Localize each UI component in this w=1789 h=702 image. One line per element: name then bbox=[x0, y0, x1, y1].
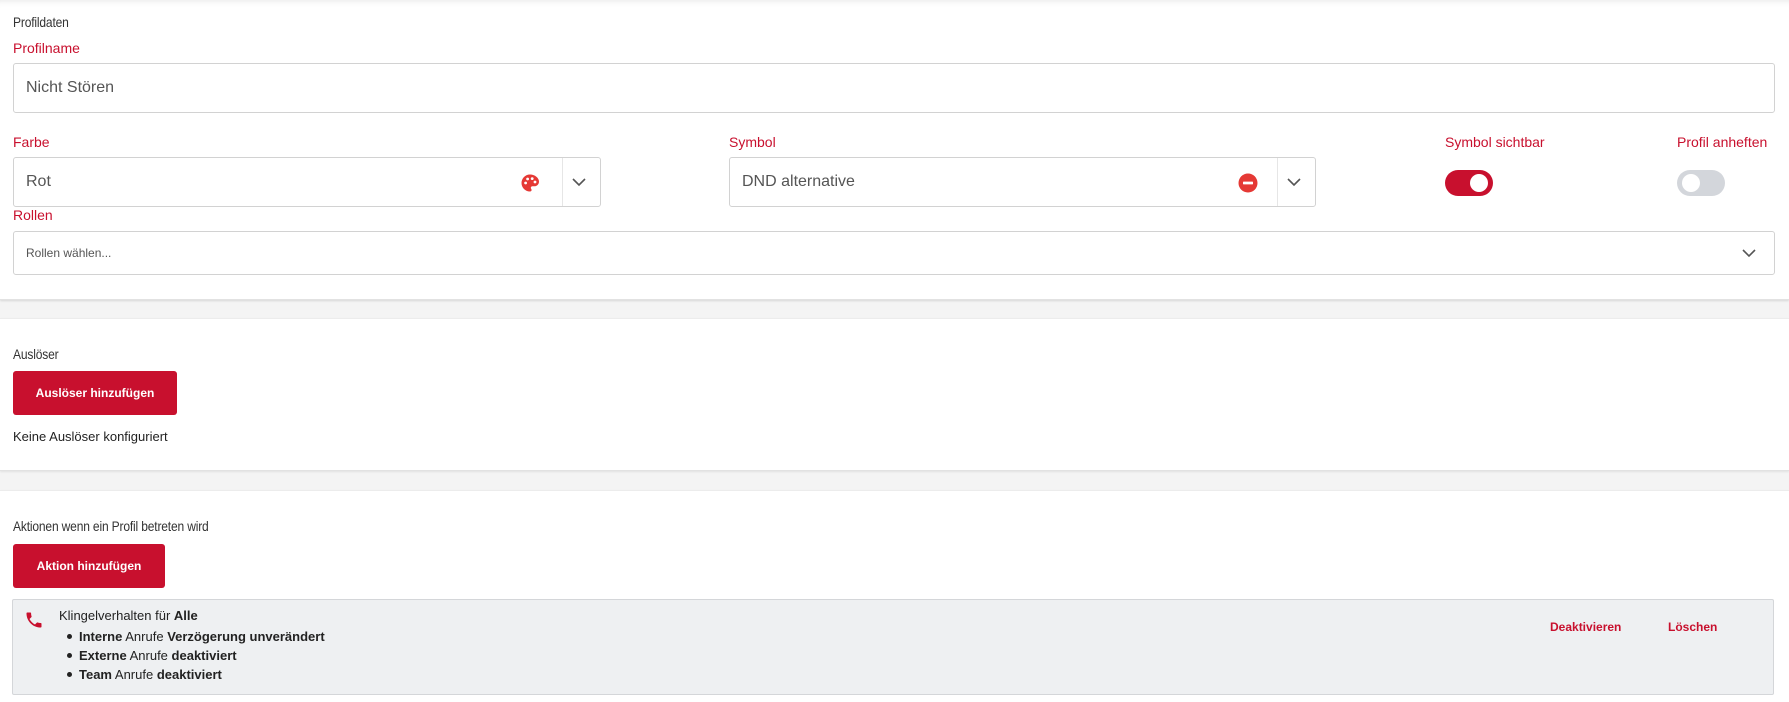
headline-target: Alle bbox=[173, 608, 198, 623]
symbol-chevron-down-icon[interactable] bbox=[1285, 173, 1303, 191]
list-item: Externe Anrufe deaktiviert bbox=[67, 646, 325, 665]
actions-section-title: Aktionen wenn ein Profil betreten wird bbox=[13, 518, 209, 534]
color-value: Rot bbox=[26, 173, 51, 190]
symbol-select-separator bbox=[1277, 158, 1278, 206]
profile-name-value: Nicht Stören bbox=[26, 79, 115, 96]
rule-middle: Anrufe bbox=[129, 648, 168, 663]
triggers-card: Auslöser Auslöser hinzufügen Keine Auslö… bbox=[0, 318, 1789, 471]
rule-state: deaktiviert bbox=[171, 648, 237, 663]
profile-section-title: Profildaten bbox=[13, 14, 69, 30]
pin-profile-toggle[interactable] bbox=[1677, 170, 1725, 196]
symbol-visible-label: Symbol sichtbar bbox=[1445, 134, 1545, 150]
palette-icon bbox=[520, 173, 540, 193]
no-triggers-text: Keine Auslöser konfiguriert bbox=[13, 429, 168, 444]
color-label: Farbe bbox=[13, 134, 50, 150]
symbol-label: Symbol bbox=[729, 134, 776, 150]
profile-data-card: Profildaten Profilname Nicht Stören Farb… bbox=[0, 0, 1789, 300]
do-not-disturb-icon bbox=[1238, 173, 1258, 193]
rule-state: Verzögerung unverändert bbox=[167, 629, 325, 644]
roles-select[interactable]: Rollen wählen... bbox=[13, 231, 1775, 275]
toggle-knob bbox=[1470, 174, 1488, 192]
rule-type: Externe bbox=[79, 648, 127, 663]
roles-chevron-down-icon[interactable] bbox=[1740, 244, 1758, 262]
symbol-value: DND alternative bbox=[742, 173, 855, 190]
phone-icon bbox=[24, 610, 44, 630]
list-item: Interne Anrufe Verzögerung unverändert bbox=[67, 627, 325, 646]
rule-type: Team bbox=[79, 667, 112, 682]
roles-placeholder: Rollen wählen... bbox=[26, 246, 112, 260]
roles-label: Rollen bbox=[13, 207, 53, 223]
toggle-knob bbox=[1682, 174, 1700, 192]
profile-name-label: Profilname bbox=[13, 40, 80, 56]
color-select-separator bbox=[562, 158, 563, 206]
pin-profile-label: Profil anheften bbox=[1677, 134, 1768, 150]
action-headline: Klingelverhalten für Alle bbox=[59, 608, 198, 623]
rule-middle: Anrufe bbox=[125, 629, 164, 644]
delete-button[interactable]: Löschen bbox=[1668, 620, 1717, 634]
list-item: Team Anrufe deaktiviert bbox=[67, 665, 325, 684]
rule-state: deaktiviert bbox=[156, 667, 222, 682]
add-action-button[interactable]: Aktion hinzufügen bbox=[13, 544, 165, 588]
deactivate-button[interactable]: Deaktivieren bbox=[1550, 620, 1621, 634]
color-chevron-down-icon[interactable] bbox=[570, 173, 588, 191]
ring-rule-list: Interne Anrufe Verzögerung unverändert E… bbox=[67, 627, 325, 684]
symbol-visible-toggle[interactable] bbox=[1445, 170, 1493, 196]
headline-prefix: Klingelverhalten für bbox=[59, 608, 171, 623]
add-trigger-button[interactable]: Auslöser hinzufügen bbox=[13, 371, 177, 415]
profile-name-input[interactable]: Nicht Stören bbox=[13, 63, 1775, 113]
action-item: Klingelverhalten für Alle Interne Anrufe… bbox=[12, 599, 1774, 695]
rule-type: Interne bbox=[79, 629, 123, 644]
triggers-section-title: Auslöser bbox=[13, 346, 59, 362]
rule-middle: Anrufe bbox=[114, 667, 154, 682]
symbol-select[interactable]: DND alternative bbox=[729, 157, 1316, 207]
color-select[interactable]: Rot bbox=[13, 157, 601, 207]
